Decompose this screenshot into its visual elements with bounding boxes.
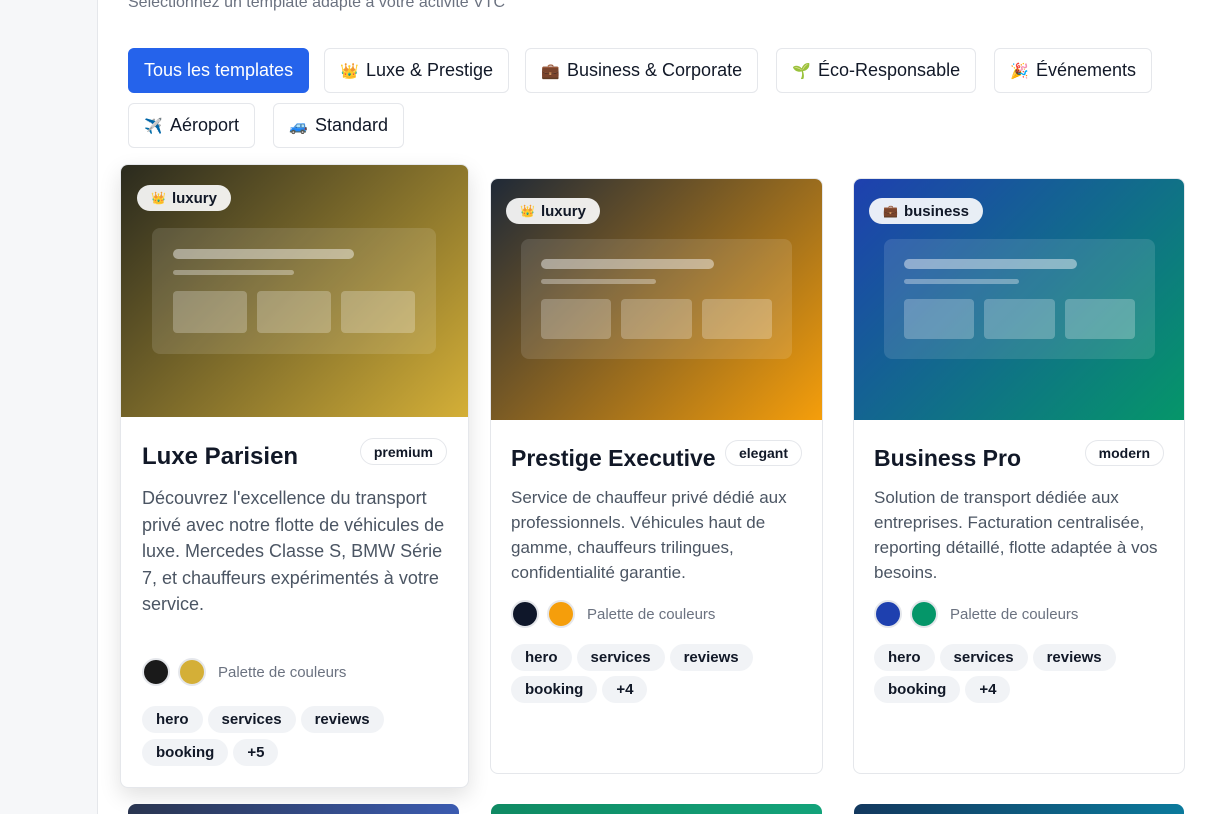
filter-business[interactable]: 💼 Business & Corporate bbox=[525, 48, 759, 93]
section-tag: reviews bbox=[300, 706, 384, 733]
style-tag: elegant bbox=[724, 440, 802, 466]
badge-label: business bbox=[903, 202, 969, 220]
more-tags-count: +5 bbox=[233, 739, 279, 766]
section-tag: booking bbox=[511, 676, 598, 703]
layout-mockup bbox=[521, 239, 792, 359]
filter-label: Standard bbox=[315, 115, 389, 135]
section-tags: hero services reviews booking +5 bbox=[142, 706, 432, 766]
left-sidebar-edge bbox=[0, 0, 98, 814]
palette-swatch bbox=[547, 600, 575, 628]
mock-block bbox=[621, 299, 692, 339]
layout-mockup bbox=[884, 239, 1155, 359]
filter-label: Luxe & Prestige bbox=[366, 60, 494, 80]
palette-label: Palette de couleurs bbox=[218, 663, 347, 681]
template-card-peek[interactable] bbox=[128, 804, 459, 814]
layout-mockup bbox=[152, 228, 436, 354]
car-icon: 🚙 bbox=[289, 117, 308, 135]
palette-swatch bbox=[910, 600, 938, 628]
template-card-prestige-executive[interactable]: 👑 luxury Prestige Executive elegant Serv… bbox=[490, 178, 823, 774]
mock-heading bbox=[173, 249, 354, 259]
template-title: Business Pro bbox=[874, 445, 1021, 471]
template-card-peek[interactable] bbox=[854, 804, 1184, 814]
section-tag: reviews bbox=[1032, 644, 1116, 671]
template-title: Luxe Parisien bbox=[142, 443, 299, 470]
section-tag: services bbox=[207, 706, 296, 733]
filter-standard[interactable]: 🚙 Standard bbox=[273, 103, 405, 148]
briefcase-icon: 💼 bbox=[883, 204, 898, 218]
style-tag: modern bbox=[1084, 440, 1164, 466]
seedling-icon: 🌱 bbox=[792, 62, 811, 80]
template-title: Prestige Executive bbox=[511, 445, 716, 471]
filter-label: Tous les templates bbox=[144, 60, 294, 80]
category-badge: 💼 business bbox=[869, 198, 983, 224]
template-preview: 💼 business bbox=[854, 179, 1184, 420]
mock-block bbox=[904, 299, 974, 339]
briefcase-icon: 💼 bbox=[541, 62, 560, 80]
template-card-business-pro[interactable]: 💼 business Business Pro modern Solution … bbox=[853, 178, 1185, 774]
style-tag: premium bbox=[359, 438, 447, 465]
party-popper-icon: 🎉 bbox=[1010, 62, 1029, 80]
section-tags: hero services reviews booking +4 bbox=[874, 644, 1164, 703]
mock-block bbox=[173, 291, 247, 333]
crown-icon: 👑 bbox=[340, 62, 359, 80]
filter-label: Business & Corporate bbox=[567, 60, 743, 80]
category-badge: 👑 luxury bbox=[137, 185, 231, 211]
crown-icon: 👑 bbox=[151, 191, 166, 205]
crown-icon: 👑 bbox=[520, 204, 535, 218]
mock-block bbox=[341, 291, 415, 333]
mock-block bbox=[541, 299, 611, 339]
page-subtitle: Sélectionnez un template adapté à votre … bbox=[128, 0, 506, 11]
section-tag: booking bbox=[874, 676, 961, 703]
mock-heading bbox=[904, 259, 1077, 269]
color-palette: Palette de couleurs bbox=[142, 658, 346, 686]
mock-block bbox=[257, 291, 331, 333]
mock-subline bbox=[904, 279, 1019, 284]
palette-swatch bbox=[178, 658, 206, 686]
more-tags-count: +4 bbox=[602, 676, 648, 703]
badge-label: luxury bbox=[540, 202, 586, 220]
palette-label: Palette de couleurs bbox=[950, 605, 1079, 623]
color-palette: Palette de couleurs bbox=[874, 600, 1078, 628]
template-preview: 👑 luxury bbox=[491, 179, 822, 420]
badge-label: luxury bbox=[171, 189, 217, 207]
section-tag: services bbox=[576, 644, 665, 671]
filter-all[interactable]: Tous les templates bbox=[128, 48, 310, 93]
filter-label: Éco-Responsable bbox=[818, 60, 961, 80]
section-tag: booking bbox=[142, 739, 229, 766]
mock-heading bbox=[541, 259, 714, 269]
section-tag: hero bbox=[142, 706, 203, 733]
palette-swatch bbox=[511, 600, 539, 628]
template-description: Découvrez l'excellence du transport priv… bbox=[142, 488, 445, 614]
mock-subline bbox=[541, 279, 656, 284]
airplane-icon: ✈️ bbox=[144, 117, 163, 135]
filter-luxe[interactable]: 👑 Luxe & Prestige bbox=[324, 48, 510, 93]
category-badge: 👑 luxury bbox=[506, 198, 600, 224]
filter-label: Événements bbox=[1036, 60, 1137, 80]
template-card-peek[interactable] bbox=[491, 804, 822, 814]
mock-block bbox=[1065, 299, 1135, 339]
filter-label: Aéroport bbox=[170, 115, 240, 135]
filter-events[interactable]: 🎉 Événements bbox=[994, 48, 1153, 93]
filter-airport[interactable]: ✈️ Aéroport bbox=[128, 103, 256, 148]
section-tag: reviews bbox=[669, 644, 753, 671]
template-description: Solution de transport dédiée aux entrepr… bbox=[874, 488, 1158, 582]
mock-subline bbox=[173, 270, 294, 275]
section-tags: hero services reviews booking +4 bbox=[511, 644, 801, 703]
color-palette: Palette de couleurs bbox=[511, 600, 715, 628]
more-tags-count: +4 bbox=[965, 676, 1011, 703]
template-description: Service de chauffeur privé dédié aux pro… bbox=[511, 488, 787, 582]
section-tag: hero bbox=[511, 644, 572, 671]
mock-block bbox=[702, 299, 772, 339]
section-tag: services bbox=[939, 644, 1028, 671]
mock-block bbox=[984, 299, 1055, 339]
template-preview: 👑 luxury bbox=[121, 165, 468, 417]
palette-swatch bbox=[142, 658, 170, 686]
palette-swatch bbox=[874, 600, 902, 628]
template-card-luxe-parisien[interactable]: 👑 luxury Luxe Parisien premium Découvrez… bbox=[120, 164, 469, 788]
filter-eco[interactable]: 🌱 Éco-Responsable bbox=[776, 48, 977, 93]
palette-label: Palette de couleurs bbox=[587, 605, 716, 623]
section-tag: hero bbox=[874, 644, 935, 671]
